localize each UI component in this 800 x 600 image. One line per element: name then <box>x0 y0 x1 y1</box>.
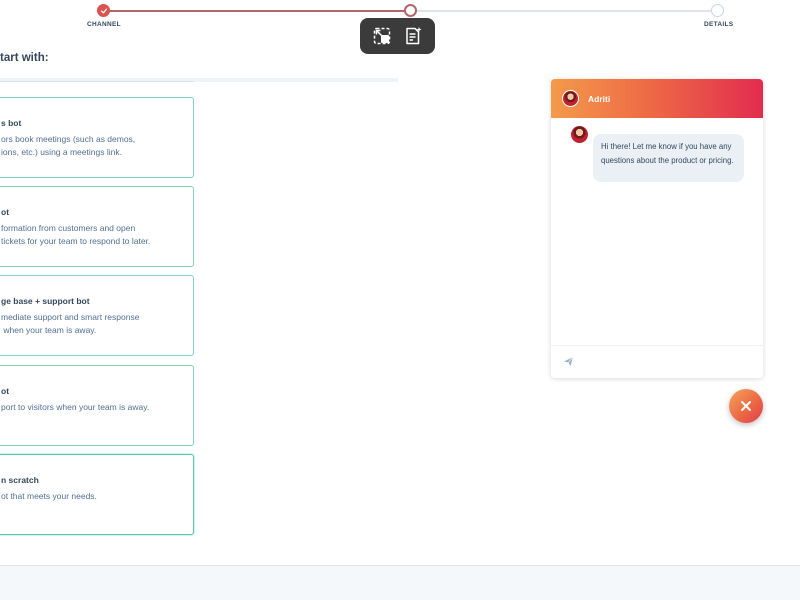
template-card-title: ot <box>1 207 10 217</box>
composer-divider <box>551 345 763 346</box>
floating-overlay-toolbar <box>360 18 435 54</box>
stepper-line-completed <box>103 10 410 12</box>
agent-avatar <box>562 90 579 107</box>
template-card-knowledge-base[interactable]: ge base + support bot mediate support an… <box>0 275 194 356</box>
paper-plane-icon[interactable] <box>563 356 574 367</box>
template-card-description: mediate support and smart response when … <box>1 312 140 335</box>
template-card-offline[interactable]: ot port to visitors when your team is aw… <box>0 365 194 446</box>
section-heading: tart with: <box>0 52 49 64</box>
step-details-dot[interactable] <box>711 4 724 17</box>
template-card-description: port to visitors when your team is away. <box>1 402 150 412</box>
template-card-title: s bot <box>1 118 22 128</box>
template-card-title: n scratch <box>1 475 39 485</box>
document-sparkle-icon <box>406 27 422 45</box>
welcome-message-bubble: Hi there! Let me know if you have any qu… <box>593 134 744 182</box>
chat-header: Adriti <box>551 79 763 118</box>
template-card-title: ot <box>1 386 10 396</box>
chat-launcher-close-button[interactable] <box>729 389 763 423</box>
step-details-label: DETAILS <box>704 21 734 28</box>
stepper-line-remaining <box>410 10 717 12</box>
step-channel-label: CHANNEL <box>87 21 121 28</box>
template-card-description: ot that meets your needs. <box>1 491 97 501</box>
agent-name: Adriti <box>588 94 611 104</box>
template-card-from-scratch[interactable]: n scratch ot that meets your needs. <box>0 454 194 535</box>
smart-notes-button[interactable] <box>400 23 426 49</box>
template-card-description: formation from customers and open ticket… <box>1 223 151 246</box>
template-card-description: ors book meetings (such as demos, ions, … <box>1 134 136 157</box>
picture-in-picture-icon <box>373 27 390 45</box>
step-channel-check-icon[interactable] <box>97 4 110 17</box>
step-current-dot[interactable] <box>404 4 417 17</box>
template-card-tickets[interactable]: ot formation from customers and open tic… <box>0 186 194 267</box>
page: CHANNEL DETAILS tart with: s bot ors boo… <box>0 0 800 600</box>
close-icon <box>741 401 751 411</box>
section-divider-accent <box>0 78 194 82</box>
template-card-meetings[interactable]: s bot ors book meetings (such as demos, … <box>0 97 194 178</box>
template-card-title: ge base + support bot <box>1 296 90 306</box>
footer-bar <box>0 565 800 600</box>
chat-preview-widget: Adriti Hi there! Let me know if you have… <box>551 79 763 378</box>
message-avatar <box>571 126 588 143</box>
picture-in-picture-button[interactable] <box>369 23 395 49</box>
